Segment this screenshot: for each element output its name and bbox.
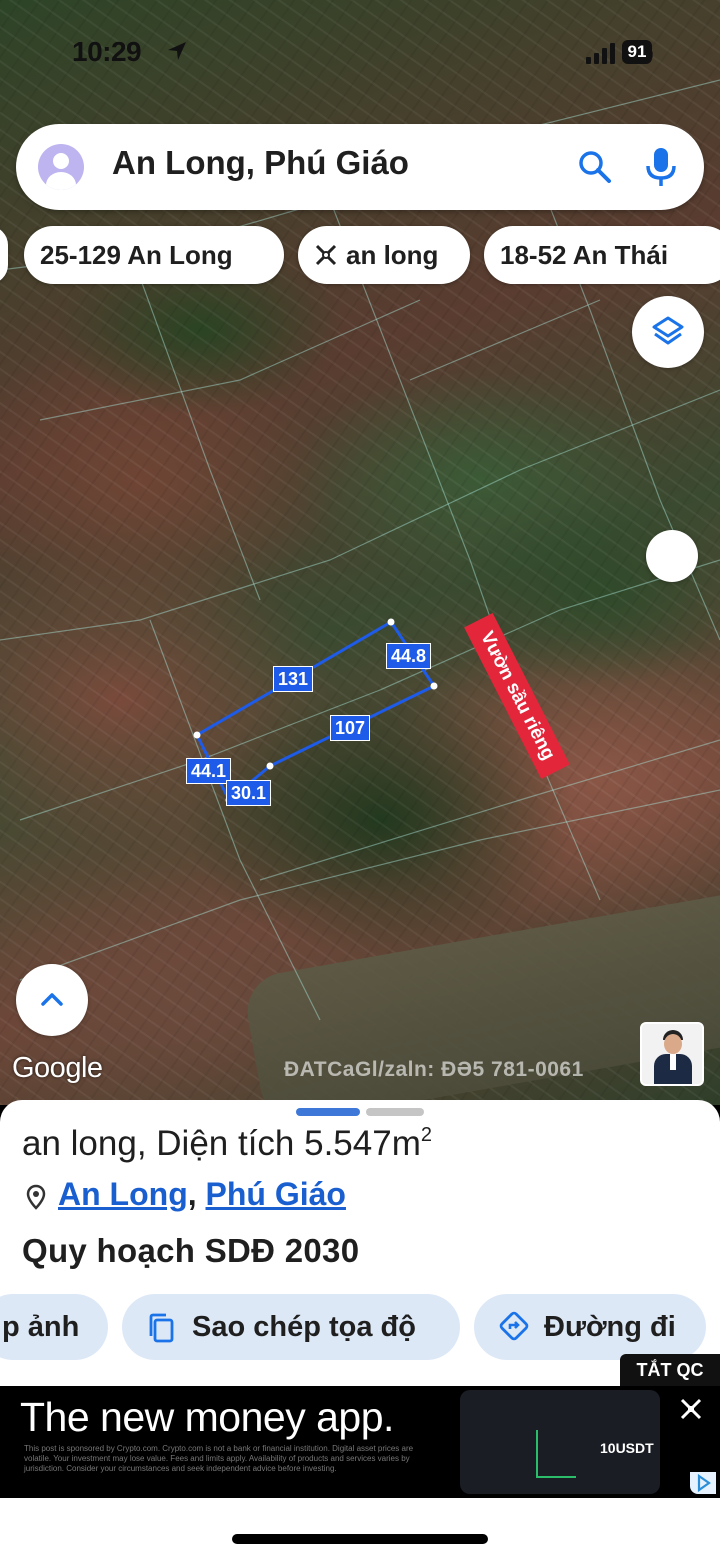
layers-icon — [652, 316, 684, 345]
ruler-pencil-icon — [315, 244, 337, 266]
directions-label: Đường đi — [544, 1311, 676, 1343]
place-title-sup: 2 — [420, 1124, 432, 1146]
google-logo: Google — [12, 1052, 103, 1084]
ad-close-icon[interactable] — [680, 1398, 702, 1420]
home-indicator[interactable] — [232, 1534, 488, 1544]
signal-icon — [585, 42, 615, 64]
chevron-up-icon — [41, 993, 63, 1006]
ad-choices-icon[interactable] — [690, 1472, 716, 1494]
ad-headline: The new money app. — [20, 1394, 394, 1440]
locality-link[interactable]: An Long — [58, 1176, 188, 1212]
measure-label-middle: 107 — [330, 715, 371, 741]
microphone-icon[interactable] — [644, 146, 678, 188]
status-time: 10:29 — [72, 36, 142, 67]
chip-an-long[interactable]: an long — [298, 226, 470, 284]
measure-label-right: 44.8 — [386, 643, 432, 669]
layers-button[interactable] — [632, 296, 704, 368]
location-arrow-icon — [168, 42, 186, 60]
expand-up-button[interactable] — [16, 964, 88, 1036]
phone-watermark: ĐATCaGl/zaln: ĐƏ5 781-0061 — [284, 1058, 584, 1081]
measure-label-top: 131 — [273, 666, 314, 692]
sheet-handle[interactable] — [296, 1108, 360, 1116]
location-line: An Long, Phú Giáo — [58, 1176, 346, 1213]
sheet-handle-secondary[interactable] — [366, 1108, 424, 1116]
account-avatar-icon[interactable] — [38, 144, 84, 190]
map-control-dot[interactable] — [646, 530, 698, 582]
search-icon[interactable] — [576, 148, 614, 186]
copy-coordinates-button[interactable]: Sao chép tọa độ — [122, 1294, 460, 1360]
measure-label-bottom: 30.1 — [226, 780, 272, 806]
measure-label-left: 44.1 — [186, 758, 232, 784]
chip-label: an long — [346, 240, 439, 270]
search-query[interactable]: An Long, Phú Giáo — [112, 144, 409, 182]
copy-icon — [149, 1313, 174, 1343]
ad-banner[interactable]: The new money app. This post is sponsore… — [0, 1386, 720, 1498]
location-separator: , — [187, 1176, 197, 1212]
ad-phone-figure: 10USDT — [600, 1440, 654, 1456]
directions-button[interactable]: Đường đi — [474, 1294, 706, 1360]
ad-phone-image: 10USDT — [460, 1390, 660, 1494]
copy-coordinates-label: Sao chép tọa độ — [192, 1311, 416, 1343]
home-area — [0, 1498, 720, 1559]
directions-icon — [499, 1311, 529, 1341]
place-title: an long, Diện tích 5.547m2 — [22, 1124, 432, 1164]
hide-ads-button[interactable]: TẮT QC — [620, 1354, 720, 1386]
ad-fine-print: This post is sponsored by Crypto.com. Cr… — [24, 1444, 414, 1473]
chip-18-52-an-thai[interactable]: 18-52 An Thái — [484, 226, 720, 284]
place-title-text: an long, Diện tích 5.547m — [22, 1124, 421, 1163]
battery-indicator: 91 — [622, 40, 652, 64]
district-link[interactable]: Phú Giáo — [206, 1176, 346, 1212]
location-pin-icon — [26, 1184, 46, 1210]
add-photo-button[interactable]: p ảnh — [0, 1294, 108, 1360]
chip-25-129-an-long[interactable]: 25-129 An Long — [24, 226, 284, 284]
plan-title: Quy hoạch SDĐ 2030 — [22, 1232, 360, 1269]
search-bar[interactable]: An Long, Phú Giáo — [16, 124, 704, 210]
agent-avatar[interactable] — [640, 1022, 704, 1086]
